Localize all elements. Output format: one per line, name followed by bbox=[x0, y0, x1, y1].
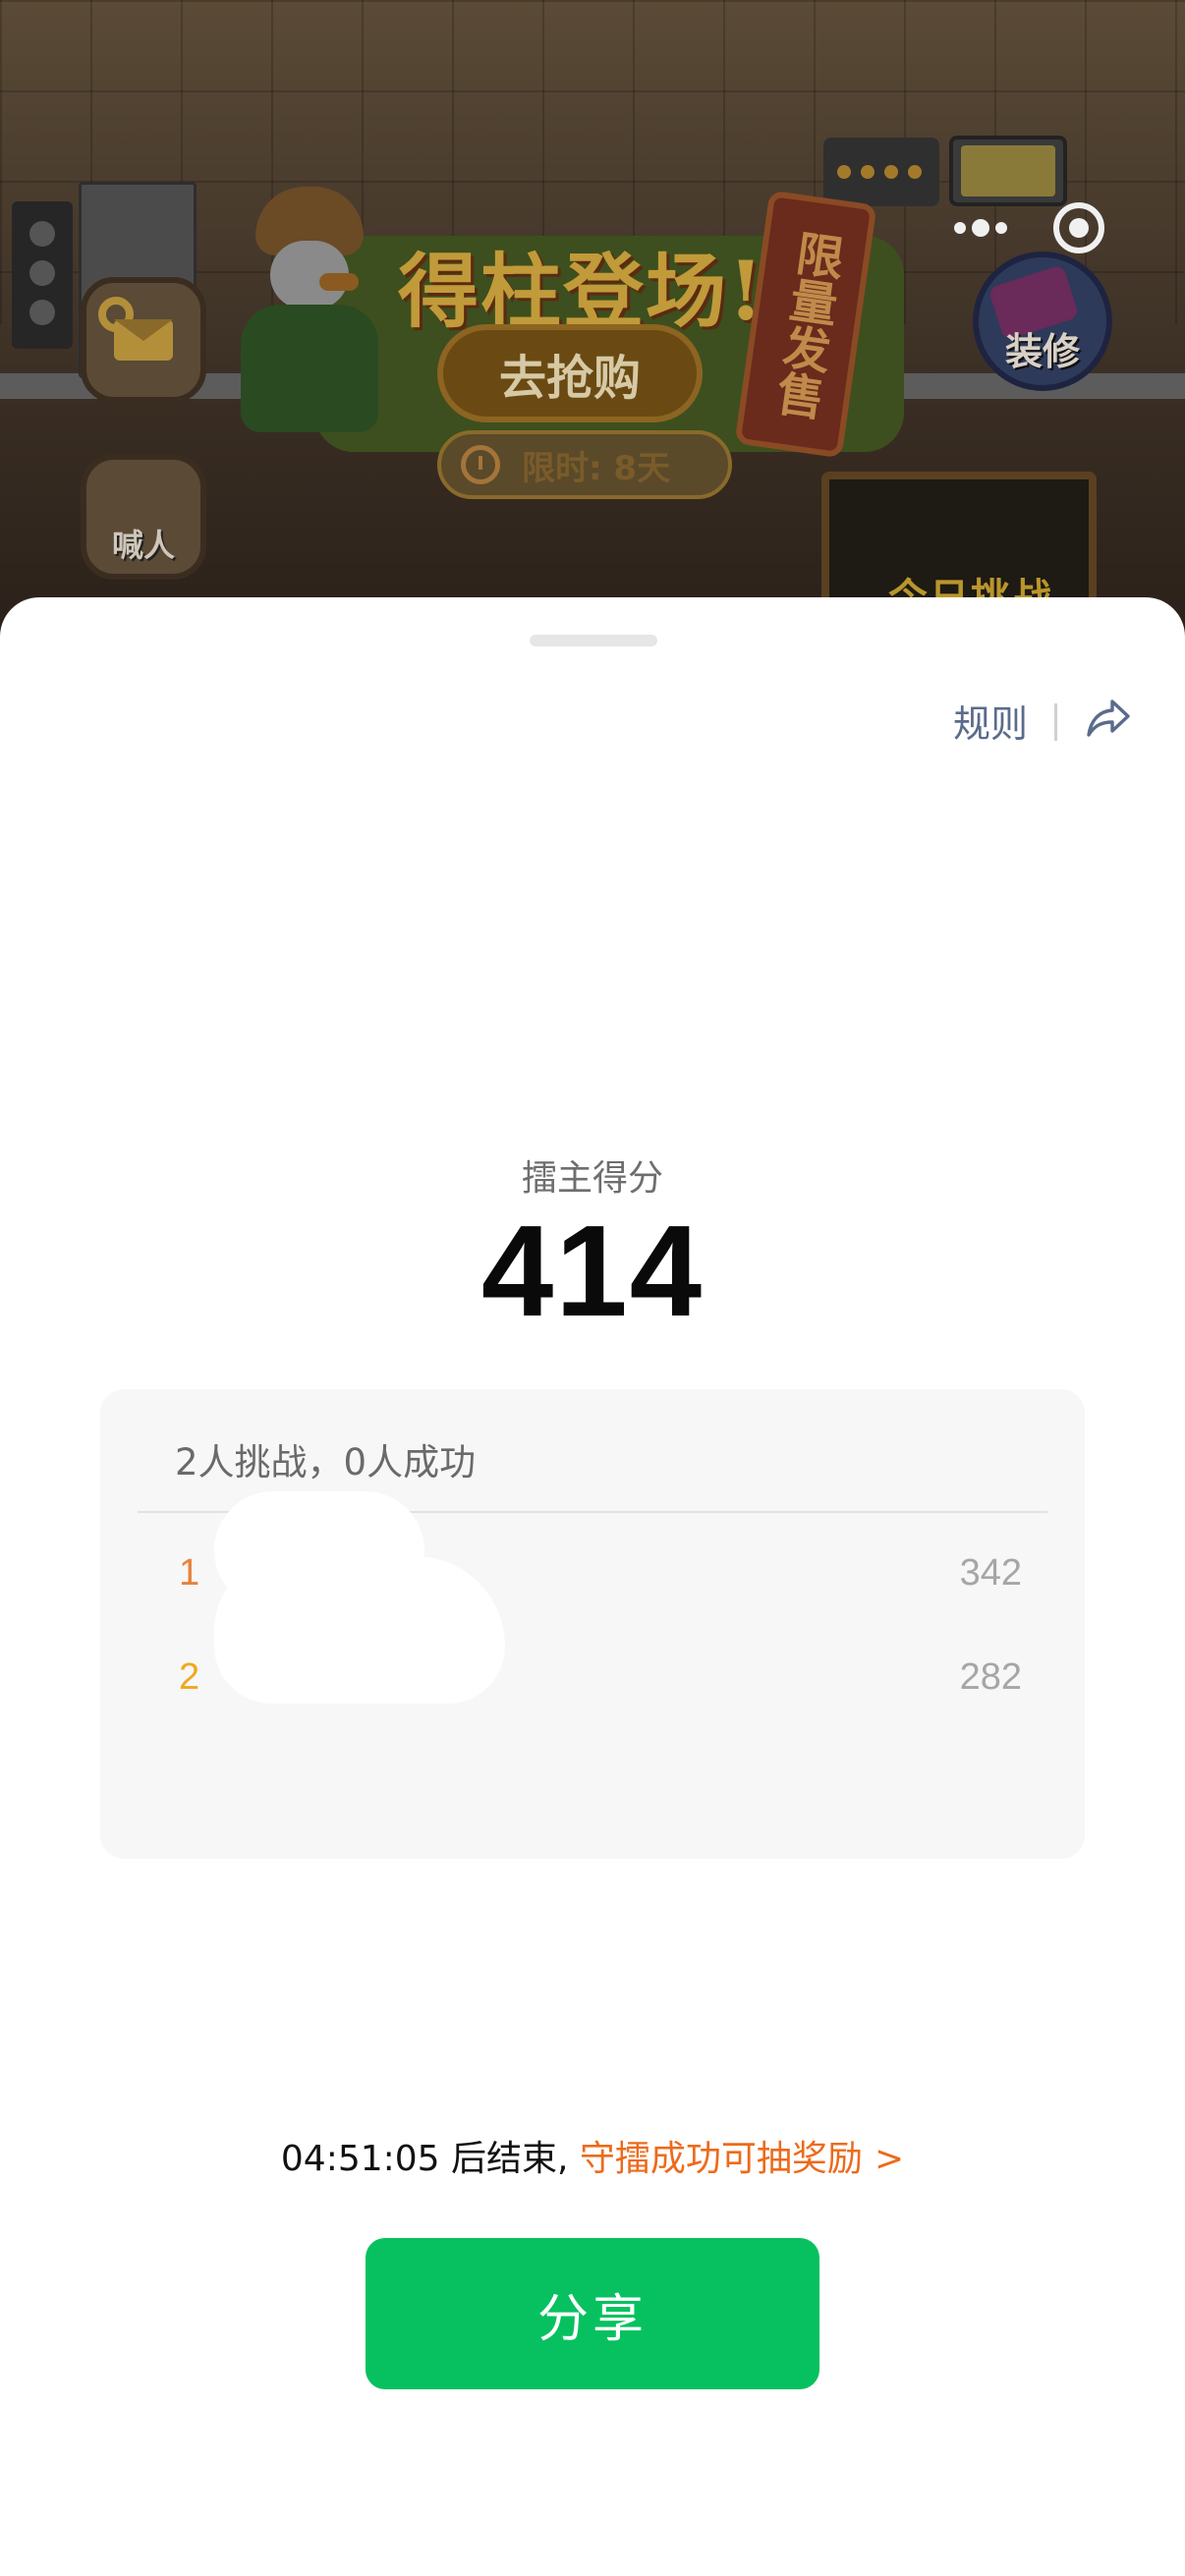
share-button[interactable]: 分享 bbox=[366, 2238, 819, 2389]
mascot-beak bbox=[319, 273, 359, 291]
decorate-label: 装修 bbox=[1004, 330, 1080, 373]
sheet-drag-handle[interactable] bbox=[530, 635, 657, 646]
privacy-mask bbox=[214, 1556, 505, 1704]
call-people-label: 喊人 bbox=[111, 527, 175, 564]
rank-number: 2 bbox=[179, 1656, 200, 1698]
challenge-bottom-sheet: 规则 擂主得分 414 2人挑战，0人成功 1 342 2 282 04:51:… bbox=[0, 597, 1185, 2576]
share-forward-icon[interactable] bbox=[1085, 696, 1132, 741]
mascot-coat bbox=[241, 305, 378, 432]
promo-buy-button[interactable]: 去抢购 bbox=[437, 324, 703, 422]
mini-program-capsule bbox=[931, 193, 1134, 263]
host-score-label: 擂主得分 bbox=[521, 1158, 663, 1199]
fridge-knob bbox=[29, 260, 55, 286]
header-divider bbox=[1054, 703, 1057, 741]
promo-buy-label: 去抢购 bbox=[498, 351, 641, 406]
ellipsis-dot bbox=[954, 222, 966, 234]
fridge-knob bbox=[29, 300, 55, 325]
menu-screen-display bbox=[961, 145, 1055, 196]
fridge-knob bbox=[29, 221, 55, 247]
rank-score: 342 bbox=[959, 1552, 1022, 1594]
goose-mascot-image bbox=[226, 187, 393, 452]
countdown-line: 04:51:05 后结束, 守擂成功可抽奖励 > bbox=[0, 2130, 1185, 2181]
ellipsis-icon[interactable] bbox=[931, 193, 1030, 263]
countdown-text: 04:51:05 后结束, bbox=[280, 2139, 569, 2179]
host-score-value: 414 bbox=[480, 1199, 705, 1343]
reward-link[interactable]: 守擂成功可抽奖励 bbox=[580, 2139, 863, 2179]
ellipsis-dot bbox=[972, 219, 989, 237]
promo-limited-text: 限量发售 bbox=[764, 227, 847, 421]
close-circle-icon[interactable] bbox=[1030, 193, 1128, 263]
challenge-summary: 2人挑战，0人成功 bbox=[175, 1441, 477, 1484]
promo-banner[interactable]: 得柱登场! 去抢购 限时: 8天 限量发售 bbox=[226, 177, 914, 501]
promo-limit-text: 限时: 8天 bbox=[522, 448, 671, 488]
rules-link[interactable]: 规则 bbox=[953, 694, 1028, 748]
mail-icon bbox=[114, 319, 173, 361]
call-people-button[interactable]: 喊人 bbox=[81, 454, 206, 580]
rank-score: 282 bbox=[959, 1656, 1022, 1698]
chevron-right-icon[interactable]: > bbox=[875, 2139, 904, 2179]
decorate-button[interactable]: 装修 bbox=[973, 252, 1112, 391]
clock-icon bbox=[461, 445, 500, 484]
rank-number: 1 bbox=[179, 1552, 200, 1594]
close-ring bbox=[1053, 202, 1104, 253]
promo-time-limit: 限时: 8天 bbox=[437, 430, 732, 499]
ellipsis-dot bbox=[995, 222, 1007, 234]
leaderboard-panel: 2人挑战，0人成功 1 342 2 282 bbox=[100, 1389, 1085, 1859]
game-background: 今日挑战 得柱登场! 去抢购 限时: 8天 限量发售 喊人 装修 bbox=[0, 0, 1185, 648]
settings-mail-button[interactable] bbox=[81, 277, 206, 403]
fridge bbox=[12, 201, 73, 349]
